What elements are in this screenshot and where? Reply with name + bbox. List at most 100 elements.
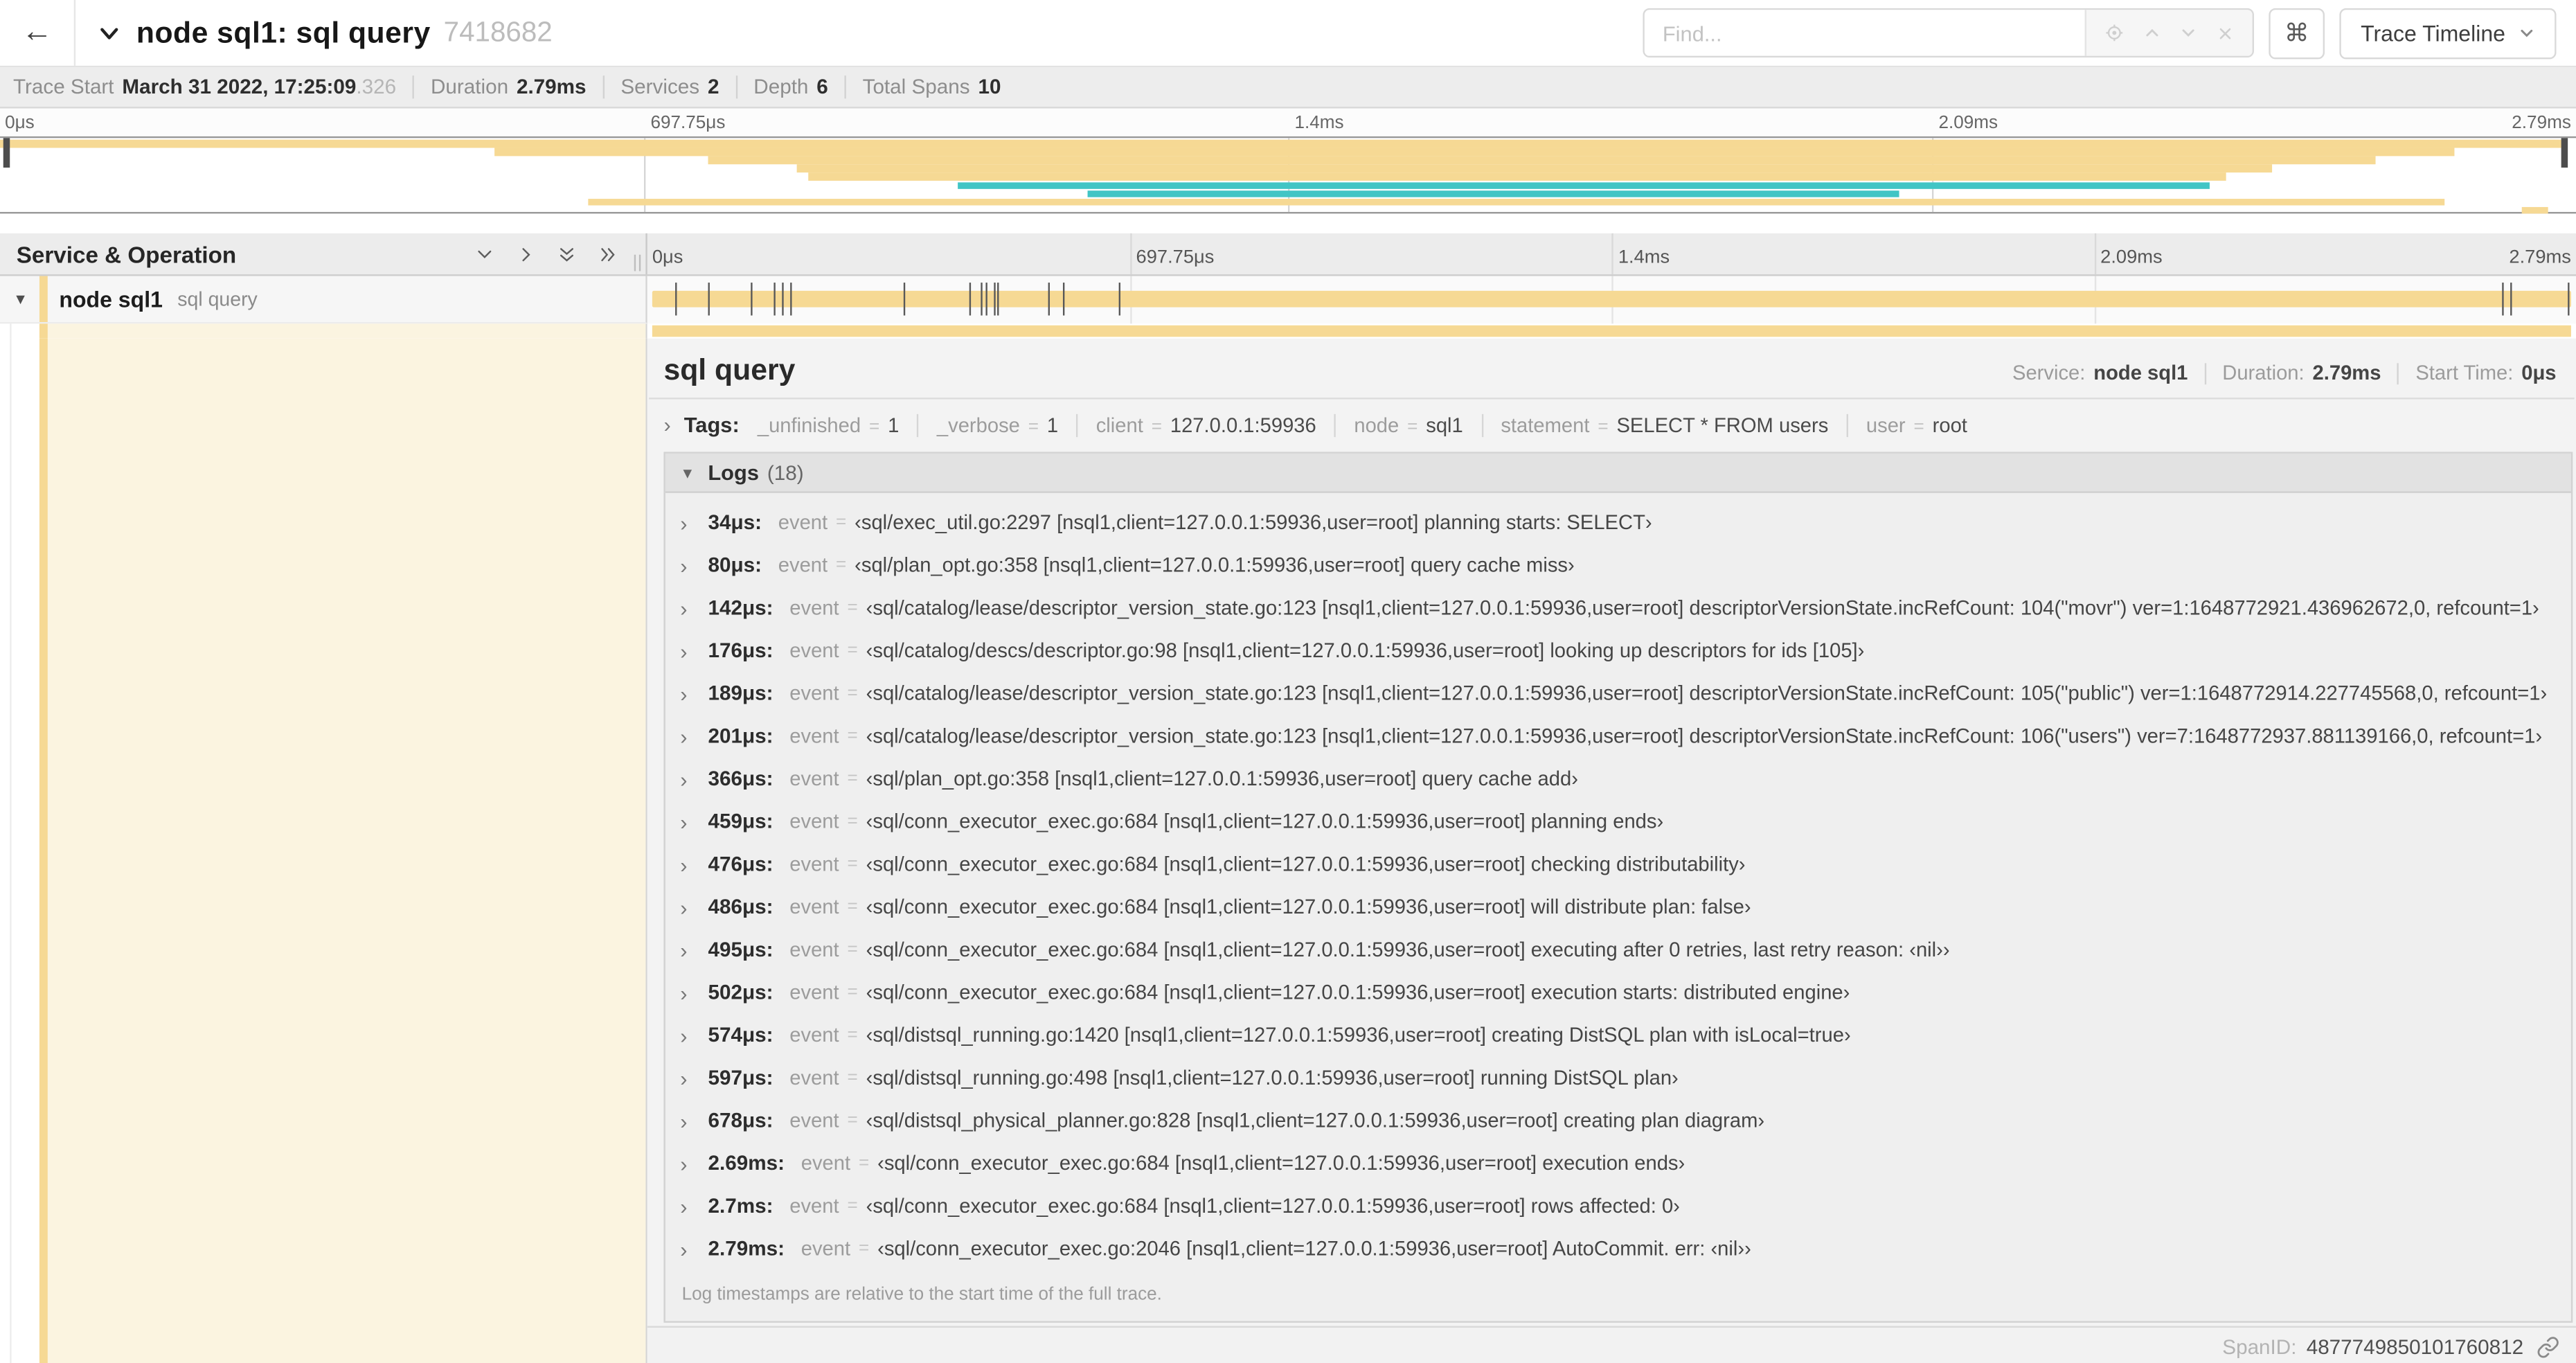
- span-detail-panel: sql query Service: node sql1 Duration: 2…: [647, 338, 2576, 1363]
- collapse-trace-chevron-icon[interactable]: [97, 21, 122, 46]
- log-event-marker[interactable]: [1062, 283, 1065, 316]
- indent-guide: [10, 338, 12, 1363]
- tags-accordion-header[interactable]: › Tags: _unfinished = 1 _verbose = 1 cli…: [647, 400, 2576, 449]
- left-scrubber-handle[interactable]: [3, 138, 10, 168]
- log-event-marker[interactable]: [903, 283, 906, 316]
- equals-sign: =: [847, 1025, 858, 1045]
- log-row[interactable]: › 189μs: event = ‹sql/catalog/lease/desc…: [665, 672, 2571, 715]
- collapse-controls: [475, 244, 618, 263]
- log-field-value: ‹sql/distsql_physical_planner.go:828 [ns…: [866, 1109, 1765, 1132]
- detail-left-fill: [39, 338, 646, 1363]
- logs-accordion-header[interactable]: ▼ Logs (18): [665, 453, 2571, 493]
- timeline-header-row: Service & Operation 0μs 697.75μs 1.4ms 2.09…: [0, 233, 2576, 276]
- chevron-right-icon: ›: [680, 510, 688, 535]
- equals-sign: =: [836, 513, 847, 533]
- chevron-right-icon: ›: [680, 1022, 688, 1048]
- equals-sign: =: [1598, 416, 1609, 436]
- log-row[interactable]: › 2.69ms: event = ‹sql/conn_executor_exe…: [665, 1142, 2571, 1185]
- divider: [917, 413, 919, 436]
- span-id-label: SpanID:: [2222, 1335, 2297, 1358]
- tag-key: statement: [1501, 413, 1590, 436]
- equals-sign: =: [847, 940, 858, 960]
- expand-one-icon[interactable]: [516, 244, 535, 263]
- log-timestamp: 366μs:: [708, 767, 773, 791]
- equals-sign: =: [847, 598, 858, 618]
- log-event-marker[interactable]: [2502, 283, 2504, 316]
- next-match-icon[interactable]: [2179, 23, 2199, 42]
- log-event-marker[interactable]: [985, 283, 988, 316]
- log-row[interactable]: › 176μs: event = ‹sql/catalog/descs/desc…: [665, 630, 2571, 672]
- log-field-value: ‹sql/catalog/lease/descriptor_version_st…: [866, 724, 2543, 748]
- divider: [1481, 413, 1483, 436]
- equals-sign: =: [847, 811, 858, 832]
- log-row[interactable]: › 80μs: event = ‹sql/plan_opt.go:358 [ns…: [665, 544, 2571, 587]
- detail-meta: Service: node sql1 Duration: 2.79ms Star…: [2012, 362, 2557, 384]
- clear-find-icon[interactable]: [2217, 24, 2235, 42]
- span-name-cell[interactable]: ▼ node sql1 sql query: [0, 276, 647, 324]
- collapse-all-icon[interactable]: [557, 244, 576, 263]
- link-icon[interactable]: [2537, 1335, 2559, 1358]
- log-timestamp: 574μs:: [708, 1024, 773, 1047]
- log-row[interactable]: › 597μs: event = ‹sql/distsql_running.go…: [665, 1056, 2571, 1099]
- find-input[interactable]: [1644, 10, 2085, 56]
- log-event-marker[interactable]: [773, 283, 775, 316]
- chevron-right-icon: ›: [680, 809, 688, 835]
- log-timestamp: 678μs:: [708, 1109, 773, 1132]
- log-event-marker[interactable]: [980, 283, 983, 316]
- minimap-span-graph[interactable]: [0, 136, 2576, 215]
- command-icon: ⌘: [2284, 19, 2309, 48]
- log-event-marker[interactable]: [997, 283, 1000, 316]
- log-row[interactable]: › 476μs: event = ‹sql/conn_executor_exec…: [665, 843, 2571, 886]
- log-field-value: ‹sql/distsql_running.go:1420 [nsql1,clie…: [866, 1024, 1851, 1047]
- tick-label: 697.75μs: [1136, 248, 1215, 268]
- log-field-key: event: [789, 810, 839, 833]
- tag-value: root: [1932, 413, 1967, 436]
- log-event-marker[interactable]: [1118, 283, 1120, 316]
- view-selector-button[interactable]: Trace Timeline: [2339, 7, 2557, 59]
- tag-item: client = 127.0.0.1:59936: [1096, 413, 1316, 436]
- expand-all-icon[interactable]: [598, 244, 618, 263]
- right-scrubber-handle[interactable]: [2561, 138, 2568, 168]
- log-row[interactable]: › 2.79ms: event = ‹sql/conn_executor_exe…: [665, 1227, 2571, 1270]
- collapse-one-icon[interactable]: [475, 244, 494, 263]
- log-row[interactable]: › 495μs: event = ‹sql/conn_executor_exec…: [665, 928, 2571, 971]
- log-event-marker[interactable]: [994, 283, 996, 316]
- log-row[interactable]: › 2.7ms: event = ‹sql/conn_executor_exec…: [665, 1185, 2571, 1228]
- log-row[interactable]: › 486μs: event = ‹sql/conn_executor_exec…: [665, 886, 2571, 929]
- minimap-span: [587, 198, 2445, 206]
- log-event-marker[interactable]: [782, 283, 785, 316]
- span-duration-bar[interactable]: [652, 290, 2571, 308]
- log-event-marker[interactable]: [2510, 283, 2512, 316]
- keyboard-shortcuts-button[interactable]: ⌘: [2269, 7, 2325, 59]
- log-row[interactable]: › 142μs: event = ‹sql/catalog/lease/desc…: [665, 587, 2571, 630]
- span-duration-bar-mini[interactable]: [652, 325, 2571, 337]
- log-event-marker[interactable]: [969, 283, 971, 316]
- equals-sign: =: [1028, 416, 1039, 436]
- row-collapse-chevron-icon[interactable]: ▼: [13, 291, 28, 308]
- log-row[interactable]: › 366μs: event = ‹sql/plan_opt.go:358 [n…: [665, 758, 2571, 801]
- log-event-marker[interactable]: [2568, 283, 2570, 316]
- log-timestamp: 34μs:: [708, 510, 762, 535]
- log-row[interactable]: › 574μs: event = ‹sql/distsql_running.go…: [665, 1014, 2571, 1057]
- info-value: 2.79ms: [516, 75, 587, 99]
- column-resize-grip[interactable]: [634, 254, 641, 271]
- log-event-marker[interactable]: [790, 283, 792, 316]
- log-row[interactable]: › 34μs: event = ‹sql/exec_util.go:2297 […: [665, 501, 2571, 544]
- log-event-marker[interactable]: [1047, 283, 1050, 316]
- timeline-ruler: 0μs 697.75μs 1.4ms 2.09ms 2.79ms: [647, 233, 2576, 275]
- log-row[interactable]: › 459μs: event = ‹sql/conn_executor_exec…: [665, 800, 2571, 843]
- log-event-marker[interactable]: [675, 283, 677, 316]
- log-field-key: event: [789, 1194, 839, 1218]
- trace-info-item: Duration 2.79ms: [431, 75, 587, 98]
- locate-icon[interactable]: [2104, 23, 2124, 42]
- log-row[interactable]: › 502μs: event = ‹sql/conn_executor_exec…: [665, 971, 2571, 1014]
- log-row[interactable]: › 678μs: event = ‹sql/distsql_physical_p…: [665, 1099, 2571, 1142]
- prev-match-icon[interactable]: [2142, 23, 2161, 42]
- log-row[interactable]: › 201μs: event = ‹sql/catalog/lease/desc…: [665, 715, 2571, 758]
- back-button[interactable]: ←: [0, 0, 76, 66]
- log-event-marker[interactable]: [750, 283, 752, 316]
- log-event-marker[interactable]: [708, 283, 710, 316]
- tag-key: user: [1866, 413, 1906, 436]
- divider: [2204, 362, 2206, 384]
- trace-info-item: Trace Start March 31 2022, 17:25:09.326: [13, 75, 396, 98]
